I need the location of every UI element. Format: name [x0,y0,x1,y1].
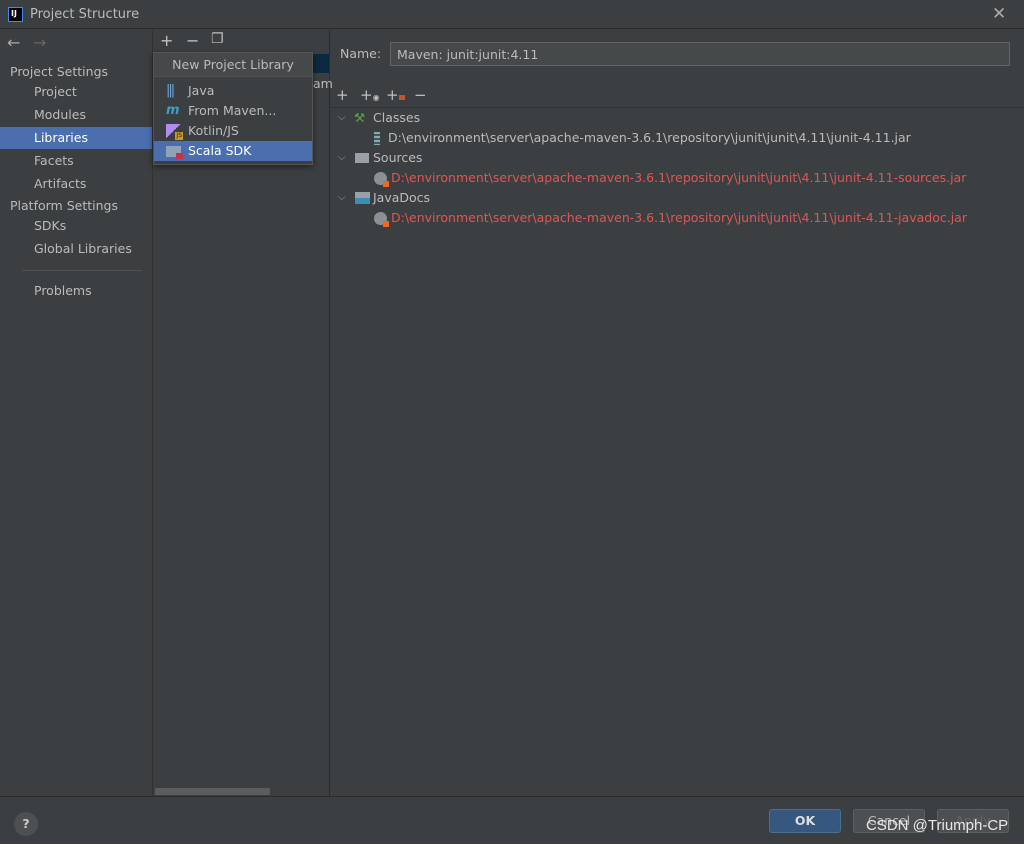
globe-missing-icon [374,212,389,227]
hammer-icon: ⚒ [354,110,366,125]
sidebar-item-artifacts[interactable]: Artifacts [0,173,152,195]
help-button[interactable]: ? [14,812,38,836]
ok-button[interactable]: OK [769,809,841,833]
popup-item-scala-sdk[interactable]: Scala SDK [154,141,312,161]
popup-item-java[interactable]: ||| Java [154,81,312,101]
javadoc-folder-icon [355,192,370,204]
scala-sdk-icon [166,146,183,159]
popup-item-from-maven[interactable]: m From Maven... [154,101,312,121]
sidebar-item-global-libraries[interactable]: Global Libraries [0,238,152,260]
popup-item-kotlin-js[interactable]: JS Kotlin/JS [154,121,312,141]
sources-folder-icon [355,153,369,163]
project-settings-heading: Project Settings [10,64,109,79]
tree-leaf-javadoc-jar[interactable]: D:\environment\server\apache-maven-3.6.1… [374,208,967,228]
popup-item-label: Java [188,83,215,98]
remove-root-icon[interactable]: − [414,86,427,104]
name-label: Name: [340,46,382,61]
new-project-library-popup: New Project Library ||| Java m From Mave… [153,52,313,165]
kotlin-js-icon: JS [166,124,183,140]
chevron-down-icon: ⌵ [338,152,346,163]
platform-settings-heading: Platform Settings [10,198,118,213]
forward-arrow-icon[interactable]: → [33,33,46,52]
horizontal-scrollbar[interactable] [155,788,270,795]
copy-icon[interactable]: ❐ [211,31,224,47]
popup-item-label: Scala SDK [188,143,252,158]
java-library-icon: ||| [166,83,175,98]
sidebar-item-facets[interactable]: Facets [0,150,152,172]
chevron-down-icon: ⌵ [338,192,346,203]
divider [22,270,142,271]
sidebar-item-libraries[interactable]: Libraries [0,127,152,149]
tree-node-label: Classes [373,110,421,125]
watermark: CSDN @Triumph-CP [866,817,1009,834]
jar-icon [374,132,380,145]
globe-missing-icon [374,172,389,187]
add-jar-icon[interactable]: + [386,86,405,104]
back-arrow-icon[interactable]: ← [7,33,20,52]
sidebar-item-modules[interactable]: Modules [0,104,152,126]
close-icon[interactable]: ✕ [992,4,1006,24]
tree-node-sources[interactable]: ⌵ Sources [330,148,1020,168]
title-bar: IJ Project Structure ✕ [0,0,1024,29]
add-icon[interactable]: + [160,31,173,50]
sidebar-item-project[interactable]: Project [0,81,152,103]
tree-node-classes[interactable]: ⌵ ⚒ Classes [330,108,1020,128]
popup-item-label: From Maven... [188,103,277,118]
tree-leaf-classes-jar[interactable]: D:\environment\server\apache-maven-3.6.1… [374,128,911,148]
sidebar: ← → Project Settings Project Modules Lib… [0,30,153,796]
add-url-icon[interactable]: +◉ [360,86,380,104]
window-title: Project Structure [30,7,140,22]
tree-node-label: Sources [373,150,423,165]
library-detail-panel: Name: + +◉ + − ⌵ ⚒ Classes D:\environmen… [330,30,1024,796]
name-input[interactable] [390,42,1010,66]
add-root-icon[interactable]: + [336,86,349,104]
tree-node-javadocs[interactable]: ⌵ JavaDocs [330,188,1020,208]
maven-icon: m [166,103,180,118]
sidebar-item-problems[interactable]: Problems [0,280,152,302]
popup-title: New Project Library [154,53,312,77]
path-text: D:\environment\server\apache-maven-3.6.1… [391,170,967,185]
popup-item-label: Kotlin/JS [188,123,239,138]
path-text: D:\environment\server\apache-maven-3.6.1… [391,210,967,225]
chevron-down-icon: ⌵ [338,112,346,123]
sidebar-item-sdks[interactable]: SDKs [0,215,152,237]
tree-node-label: JavaDocs [373,190,431,205]
path-text: D:\environment\server\apache-maven-3.6.1… [388,130,911,145]
remove-icon[interactable]: − [186,31,199,50]
app-icon: IJ [8,7,23,22]
tree-leaf-sources-jar[interactable]: D:\environment\server\apache-maven-3.6.1… [374,168,966,188]
